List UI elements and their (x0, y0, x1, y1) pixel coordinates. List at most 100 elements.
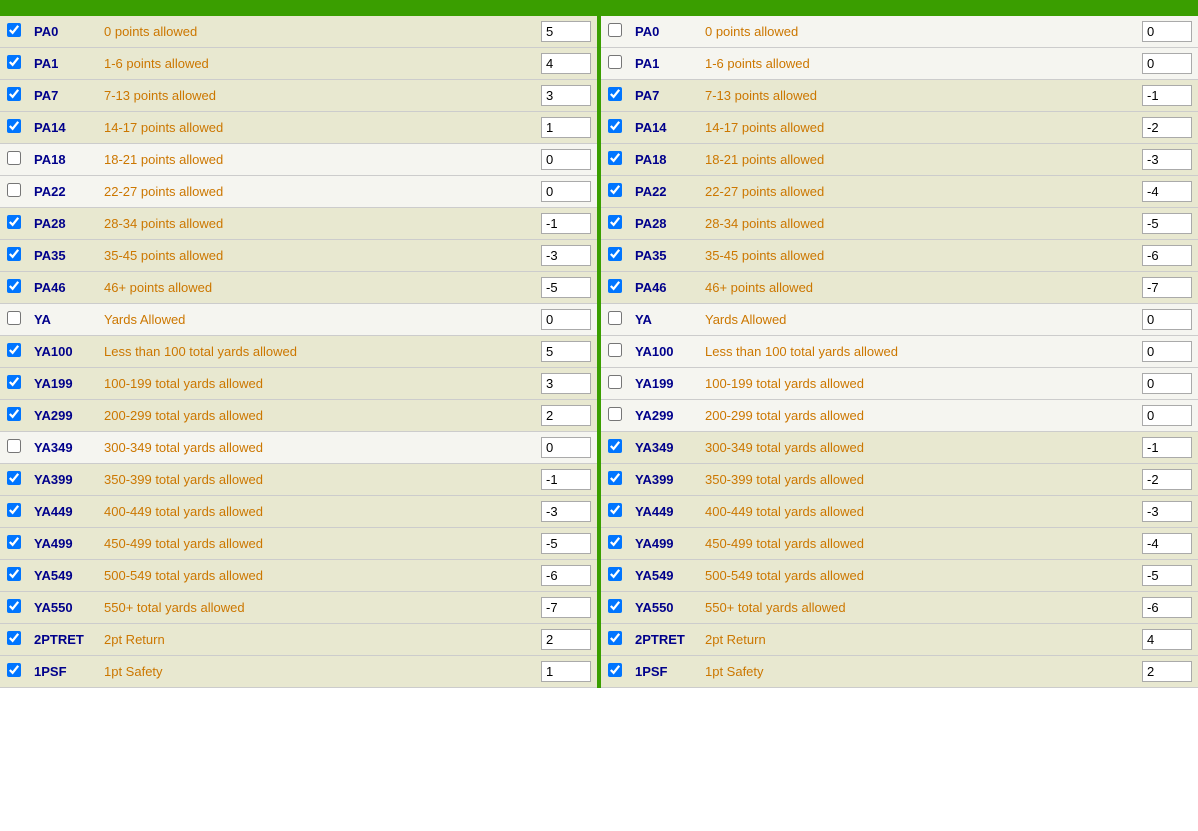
default-checkbox-YA299[interactable] (7, 407, 21, 421)
default-value-YA499[interactable] (541, 533, 591, 554)
default-checkbox-YA399[interactable] (7, 471, 21, 485)
better-value-YA100[interactable] (1142, 341, 1192, 362)
better-value-YA449[interactable] (1142, 501, 1192, 522)
better-value-PA1[interactable] (1142, 53, 1192, 74)
better-value-YA399[interactable] (1142, 469, 1192, 490)
default-checkbox-PA46[interactable] (7, 279, 21, 293)
default-checkbox-YA449[interactable] (7, 503, 21, 517)
better-checkbox-YA449[interactable] (608, 503, 622, 517)
default-desc-YA449: 400-449 total yards allowed (98, 496, 535, 528)
default-value-PA14[interactable] (541, 117, 591, 138)
default-checkbox-YA549[interactable] (7, 567, 21, 581)
default-value-YA549[interactable] (541, 565, 591, 586)
default-checkbox-PA18[interactable] (7, 151, 21, 165)
default-value-PA22[interactable] (541, 181, 591, 202)
default-checkbox-PA22[interactable] (7, 183, 21, 197)
default-checkbox-PA28[interactable] (7, 215, 21, 229)
better-checkbox-YA550[interactable] (608, 599, 622, 613)
better-value-YA299[interactable] (1142, 405, 1192, 426)
better-value-YA499[interactable] (1142, 533, 1192, 554)
default-checkbox-YA[interactable] (7, 311, 21, 325)
better-checkbox-2PTRET[interactable] (608, 631, 622, 645)
default-value-PA28[interactable] (541, 213, 591, 234)
better-value-PA14[interactable] (1142, 117, 1192, 138)
default-checkbox-YA199[interactable] (7, 375, 21, 389)
default-value-PA0[interactable] (541, 21, 591, 42)
default-checkbox-PA7[interactable] (7, 87, 21, 101)
better-checkbox-YA399[interactable] (608, 471, 622, 485)
better-value-PA35[interactable] (1142, 245, 1192, 266)
better-value-1PSF[interactable] (1142, 661, 1192, 682)
default-value-PA18[interactable] (541, 149, 591, 170)
better-value-YA550[interactable] (1142, 597, 1192, 618)
default-code-YA299: YA299 (28, 400, 98, 432)
better-checkbox-PA1[interactable] (608, 55, 622, 69)
better-checkbox-1PSF[interactable] (608, 663, 622, 677)
better-checkbox-YA499[interactable] (608, 535, 622, 549)
better-value-YA[interactable] (1142, 309, 1192, 330)
table-row: PA77-13 points allowed (0, 80, 597, 112)
better-value-PA22[interactable] (1142, 181, 1192, 202)
better-value-PA7[interactable] (1142, 85, 1192, 106)
default-value-YA[interactable] (541, 309, 591, 330)
default-value-PA7[interactable] (541, 85, 591, 106)
better-value-YA199[interactable] (1142, 373, 1192, 394)
better-code-PA14: PA14 (629, 112, 699, 144)
better-checkbox-YA[interactable] (608, 311, 622, 325)
default-value-PA46[interactable] (541, 277, 591, 298)
default-value-YA349[interactable] (541, 437, 591, 458)
default-checkbox-YA550[interactable] (7, 599, 21, 613)
default-checkbox-PA14[interactable] (7, 119, 21, 133)
table-row: YA550550+ total yards allowed (601, 592, 1198, 624)
better-checkbox-YA199[interactable] (608, 375, 622, 389)
better-value-YA349[interactable] (1142, 437, 1192, 458)
better-checkbox-PA14[interactable] (608, 119, 622, 133)
default-desc-YA299: 200-299 total yards allowed (98, 400, 535, 432)
better-value-PA0[interactable] (1142, 21, 1192, 42)
default-value-YA199[interactable] (541, 373, 591, 394)
better-checkbox-PA22[interactable] (608, 183, 622, 197)
better-checkbox-PA28[interactable] (608, 215, 622, 229)
default-checkbox-YA499[interactable] (7, 535, 21, 549)
better-value-PA28[interactable] (1142, 213, 1192, 234)
better-desc-PA7: 7-13 points allowed (699, 80, 1136, 112)
default-desc-YA: Yards Allowed (98, 304, 535, 336)
better-code-PA1: PA1 (629, 48, 699, 80)
better-value-PA18[interactable] (1142, 149, 1192, 170)
default-value-PA1[interactable] (541, 53, 591, 74)
better-checkbox-YA349[interactable] (608, 439, 622, 453)
better-checkbox-PA0[interactable] (608, 23, 622, 37)
better-code-PA22: PA22 (629, 176, 699, 208)
header-better (599, 0, 1198, 16)
better-checkbox-YA299[interactable] (608, 407, 622, 421)
better-checkbox-YA549[interactable] (608, 567, 622, 581)
default-value-YA550[interactable] (541, 597, 591, 618)
default-value-YA299[interactable] (541, 405, 591, 426)
better-checkbox-PA35[interactable] (608, 247, 622, 261)
better-desc-2PTRET: 2pt Return (699, 624, 1136, 656)
better-value-PA46[interactable] (1142, 277, 1192, 298)
better-value-2PTRET[interactable] (1142, 629, 1192, 650)
default-value-PA35[interactable] (541, 245, 591, 266)
default-value-YA449[interactable] (541, 501, 591, 522)
default-code-PA22: PA22 (28, 176, 98, 208)
default-checkbox-YA349[interactable] (7, 439, 21, 453)
better-checkbox-PA18[interactable] (608, 151, 622, 165)
default-checkbox-PA35[interactable] (7, 247, 21, 261)
default-checkbox-PA0[interactable] (7, 23, 21, 37)
better-checkbox-PA7[interactable] (608, 87, 622, 101)
default-desc-YA399: 350-399 total yards allowed (98, 464, 535, 496)
default-value-2PTRET[interactable] (541, 629, 591, 650)
better-checkbox-PA46[interactable] (608, 279, 622, 293)
default-value-YA399[interactable] (541, 469, 591, 490)
default-code-YA449: YA449 (28, 496, 98, 528)
default-checkbox-PA1[interactable] (7, 55, 21, 69)
default-value-YA100[interactable] (541, 341, 591, 362)
better-checkbox-YA100[interactable] (608, 343, 622, 357)
default-checkbox-2PTRET[interactable] (7, 631, 21, 645)
default-value-1PSF[interactable] (541, 661, 591, 682)
better-value-YA549[interactable] (1142, 565, 1192, 586)
default-checkbox-1PSF[interactable] (7, 663, 21, 677)
table-row: PA1414-17 points allowed (601, 112, 1198, 144)
default-checkbox-YA100[interactable] (7, 343, 21, 357)
